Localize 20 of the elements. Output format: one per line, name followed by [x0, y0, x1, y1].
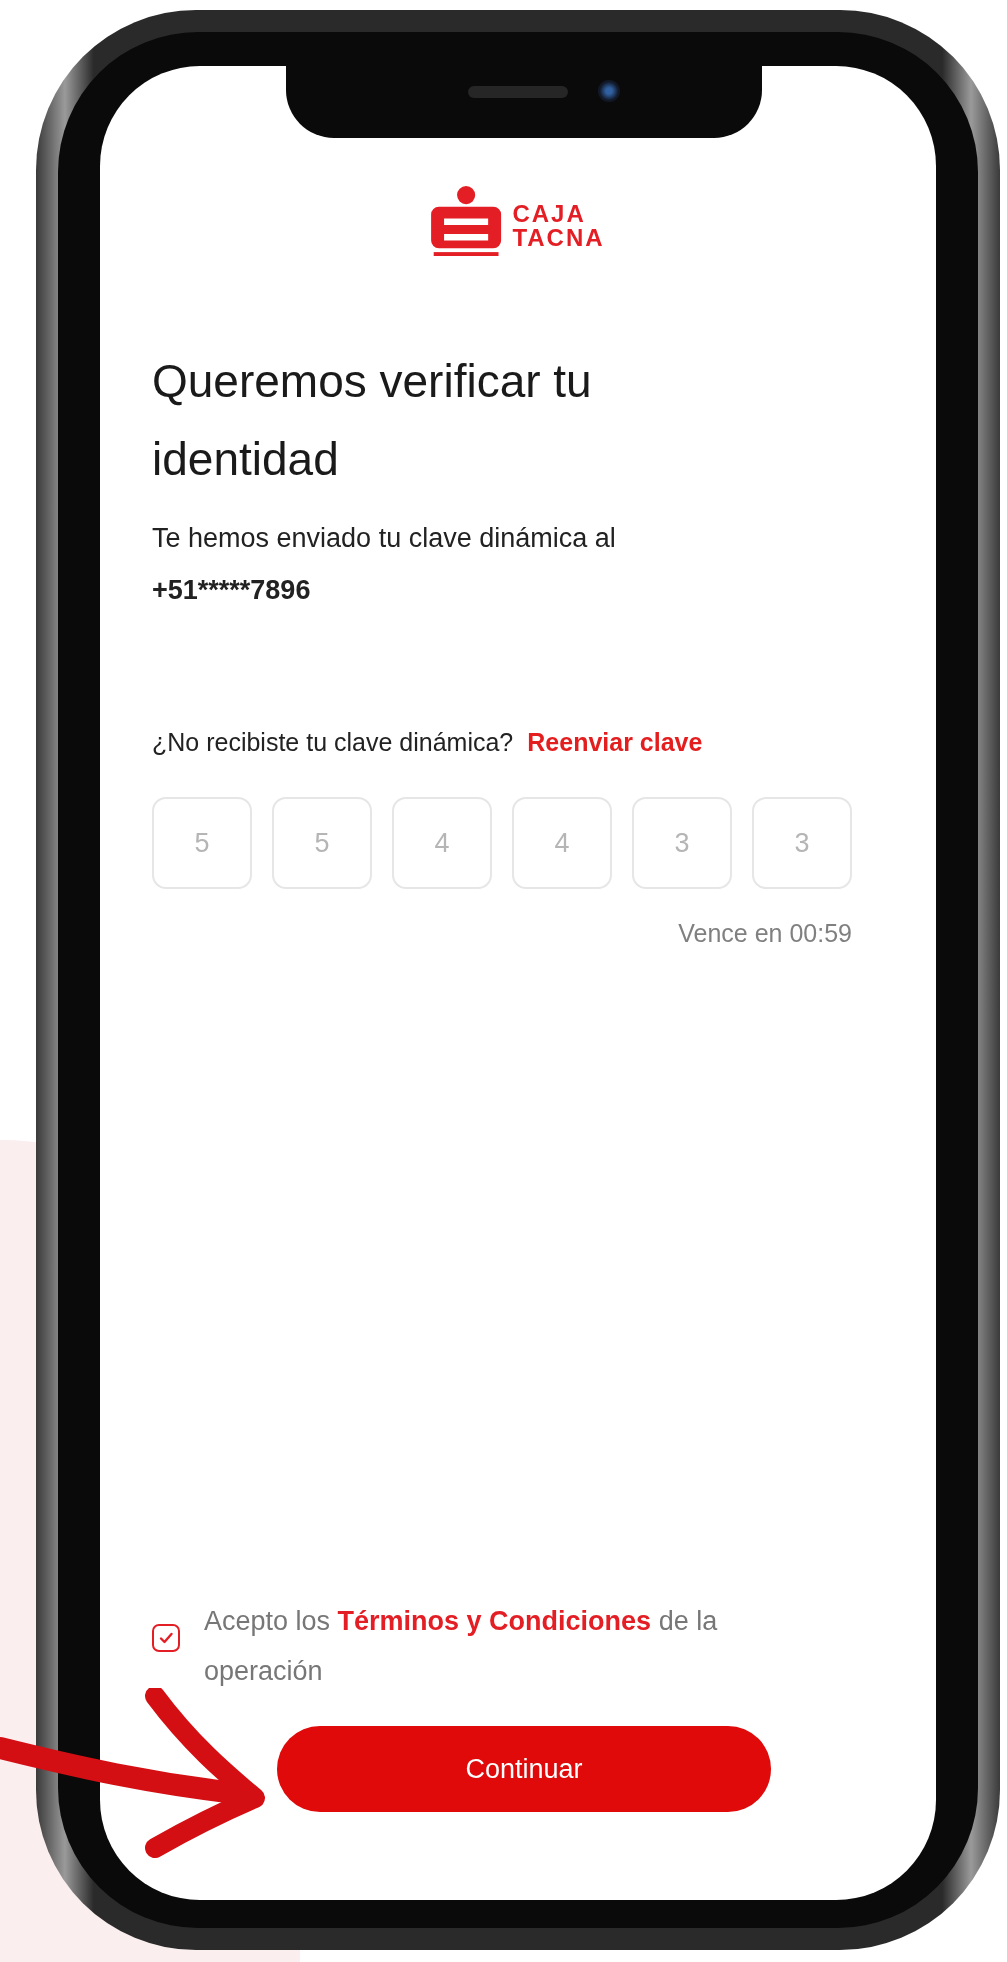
continue-button[interactable]: Continuar	[277, 1726, 771, 1812]
phone-number: +51*****7896	[152, 574, 312, 607]
terms-checkbox[interactable]	[152, 1624, 180, 1652]
code-digit-field[interactable]: 3	[752, 797, 852, 889]
resend-prompt: ¿No recibiste tu clave dinámica?	[152, 728, 514, 757]
code-digit-field[interactable]: 3	[632, 797, 732, 889]
code-digit-field[interactable]: 5	[272, 797, 372, 889]
page-title: Queremos verificar tu identidad	[152, 354, 593, 487]
camera-icon	[598, 80, 620, 102]
expiry-timer: Vence en 00:59	[677, 919, 852, 948]
code-digit-field[interactable]: 4	[392, 797, 492, 889]
code-digit-field[interactable]: 4	[512, 797, 612, 889]
terms-text: Acepto los Términos y Condiciones de la operación	[204, 1605, 719, 1688]
code-digit-field[interactable]: 5	[152, 797, 252, 889]
speaker-icon	[468, 86, 568, 98]
terms-link[interactable]: Términos y Condiciones	[337, 1606, 652, 1636]
resend-link[interactable]: Reenviar clave	[527, 728, 703, 757]
message-text: Te hemos enviado tu clave dinámica al	[152, 522, 617, 555]
logo-text: CAJA	[512, 202, 587, 226]
logo-text: TACNA	[512, 226, 605, 250]
